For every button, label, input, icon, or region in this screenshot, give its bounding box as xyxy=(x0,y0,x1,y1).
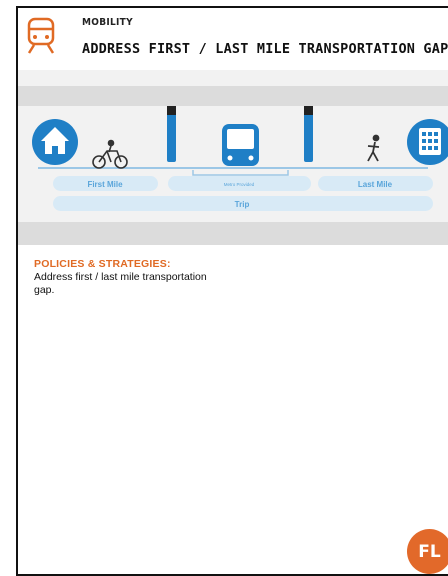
station-marker-icon xyxy=(167,106,176,162)
last-mile-label: Last Mile xyxy=(358,180,393,189)
strategy-card: MOBILITY ADDRESS FIRST / LAST MILE TRANS… xyxy=(16,6,448,576)
trip-label: Trip xyxy=(235,200,250,209)
policies-title: POLICIES & STRATEGIES: xyxy=(34,258,171,270)
bus-icon xyxy=(222,124,259,166)
station-marker-icon xyxy=(304,106,313,162)
fl-badge: FL xyxy=(407,529,448,574)
first-last-mile-diagram: First Mile Metro Provided Last Mile Trip xyxy=(18,70,448,245)
pedestrian-icon xyxy=(367,134,380,162)
first-mile-label: First Mile xyxy=(87,180,123,189)
building-icon xyxy=(407,119,448,165)
home-icon xyxy=(32,119,78,165)
train-icon xyxy=(27,17,55,54)
card-header: MOBILITY ADDRESS FIRST / LAST MILE TRANS… xyxy=(18,8,448,63)
policies-body: Address first / last mile transportation… xyxy=(34,271,207,296)
diagram-art: First Mile Metro Provided Last Mile Trip xyxy=(32,106,448,211)
card-headline: ADDRESS FIRST / LAST MILE TRANSPORTATION… xyxy=(82,41,448,57)
category-label: MOBILITY xyxy=(82,17,133,28)
metro-provided-label: Metro Provided xyxy=(224,182,255,187)
bicycle-icon xyxy=(92,139,128,169)
diagram-bottom-band xyxy=(18,222,448,245)
